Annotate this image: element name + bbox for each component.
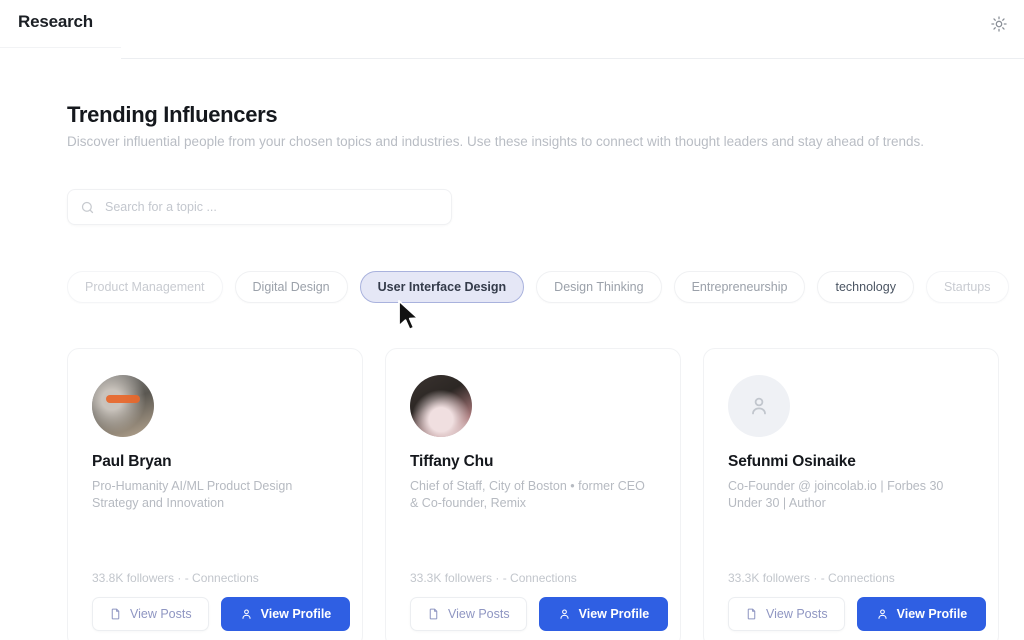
view-posts-button[interactable]: View Posts	[92, 597, 209, 631]
search-box[interactable]	[67, 189, 452, 225]
avatar	[410, 375, 472, 437]
app-root: Research Trending Influencers Discover i…	[0, 0, 1024, 640]
person-icon	[878, 609, 887, 619]
app-title: Research	[18, 12, 93, 31]
document-icon	[111, 608, 120, 620]
page-title: Trending Influencers	[67, 102, 278, 127]
person-icon	[242, 609, 251, 619]
header-divider-left	[0, 47, 121, 48]
influencer-headline: Pro-Humanity AI/ML Product Design Strate…	[92, 479, 293, 510]
card-actions: View Posts View Profile	[410, 597, 669, 631]
document-icon	[747, 608, 756, 620]
view-profile-label: View Profile	[578, 607, 650, 621]
influencer-card-list: Paul Bryan Pro-Humanity AI/ML Product De…	[67, 348, 1024, 640]
influencer-name: Tiffany Chu	[410, 453, 494, 470]
view-posts-label: View Posts	[130, 607, 192, 621]
card-actions: View Posts View Profile	[728, 597, 987, 631]
topic-chips-row[interactable]: Product Management Digital Design User I…	[67, 270, 1024, 304]
influencer-headline: Chief of Staff, City of Boston • former …	[410, 479, 645, 510]
influencer-name: Sefunmi Osinaike	[728, 453, 856, 470]
influencer-card[interactable]: Sefunmi Osinaike Co-Founder @ joincolab.…	[703, 348, 999, 640]
influencer-name: Paul Bryan	[92, 453, 172, 470]
avatar-placeholder	[728, 375, 790, 437]
page-subtitle: Discover influential people from your ch…	[67, 134, 924, 149]
chip-startups[interactable]: Startups	[925, 271, 1009, 303]
page-content: Trending Influencers Discover influentia…	[0, 58, 1024, 640]
view-profile-button[interactable]: View Profile	[856, 597, 987, 631]
chips-next-button[interactable]	[1021, 272, 1024, 302]
influencer-stats: 33.3K followers · - Connections	[728, 571, 895, 585]
person-icon	[560, 609, 569, 619]
influencer-headline: Co-Founder @ joincolab.io | Forbes 30 Un…	[728, 479, 944, 510]
person-icon	[752, 397, 766, 415]
influencer-stats: 33.3K followers · - Connections	[410, 571, 577, 585]
influencer-stats: 33.8K followers · - Connections	[92, 571, 259, 585]
chip-product-management[interactable]: Product Management	[67, 271, 223, 303]
theme-toggle-button[interactable]	[987, 12, 1011, 36]
view-profile-button[interactable]: View Profile	[538, 597, 669, 631]
influencer-card[interactable]: Paul Bryan Pro-Humanity AI/ML Product De…	[67, 348, 363, 640]
header-tab-gap	[121, 47, 1024, 58]
search-icon	[81, 201, 94, 213]
view-posts-label: View Posts	[448, 607, 510, 621]
avatar	[92, 375, 154, 437]
chip-digital-design[interactable]: Digital Design	[234, 271, 348, 303]
chip-entrepreneurship[interactable]: Entrepreneurship	[673, 271, 806, 303]
chip-user-interface-design[interactable]: User Interface Design	[359, 271, 525, 303]
document-icon	[429, 608, 438, 620]
card-actions: View Posts View Profile	[92, 597, 351, 631]
view-posts-button[interactable]: View Posts	[410, 597, 527, 631]
chip-technology[interactable]: technology	[817, 271, 914, 303]
view-posts-label: View Posts	[766, 607, 828, 621]
influencer-card[interactable]: Tiffany Chu Chief of Staff, City of Bost…	[385, 348, 681, 640]
view-profile-label: View Profile	[896, 607, 968, 621]
sun-icon	[991, 16, 1007, 32]
top-bar: Research	[0, 0, 1024, 59]
view-posts-button[interactable]: View Posts	[728, 597, 845, 631]
chip-design-thinking[interactable]: Design Thinking	[536, 271, 662, 303]
search-input[interactable]	[105, 200, 439, 214]
view-profile-label: View Profile	[260, 607, 332, 621]
view-profile-button[interactable]: View Profile	[220, 597, 351, 631]
